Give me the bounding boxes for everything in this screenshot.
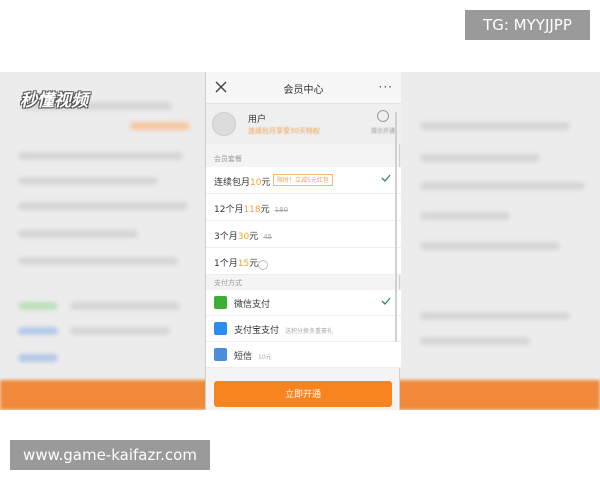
video-logo: 秒懂视频 — [20, 91, 88, 111]
plan-original-price: 180 — [274, 206, 289, 214]
check-icon — [381, 297, 391, 305]
scrollbar[interactable] — [395, 112, 397, 342]
plan-name: 连续包月 — [214, 178, 251, 188]
plan-row[interactable]: 3个月30元 45 — [206, 221, 401, 248]
payment-name: 短信 — [234, 352, 253, 362]
profile-card: 用户 连续包月享受30天特权 提示开通 — [206, 104, 401, 144]
sms-icon — [214, 348, 227, 361]
plan-row[interactable]: 连续包月10元 限时！立减5元红包 — [206, 167, 401, 194]
more-icon[interactable]: ··· — [379, 80, 393, 94]
plan-name: 3个月 — [214, 232, 238, 242]
plan-price: 30 — [237, 232, 250, 242]
check-icon — [381, 174, 391, 182]
plan-text: 12个月118元 180 — [214, 202, 288, 215]
plan-text: 3个月30元 45 — [214, 229, 272, 242]
plan-row[interactable]: 12个月118元 180 — [206, 194, 401, 221]
alipay-icon — [214, 322, 227, 335]
plan-text: 1个月15元 — [214, 256, 258, 269]
payment-note: 送积分换多重豪礼 — [285, 328, 334, 335]
promo-text: 连续包月享受30天特权 — [248, 127, 320, 135]
blurred-background-left — [0, 72, 205, 410]
payment-label: 支付宝支付 送积分换多重豪礼 — [234, 323, 333, 336]
plan-list: 连续包月10元 限时！立减5元红包 12个月118元 180 3个月30元 45 1个月15… — [206, 167, 401, 275]
payment-option[interactable]: 支付宝支付 送积分换多重豪礼 — [206, 316, 401, 342]
payment-option[interactable]: 短信 10元 — [206, 342, 401, 368]
video-frame: 秒懂视频 会员中心 ··· 用户 连续包月享受30天特权 提示开通 会员套餐 连… — [0, 72, 600, 410]
loading-spinner — [258, 260, 268, 270]
payment-label: 微信支付 — [234, 297, 270, 310]
payment-list: 微信支付 支付宝支付 送积分换多重豪礼 短信 10元 — [206, 290, 401, 368]
plan-row[interactable]: 1个月15元 — [206, 248, 401, 275]
plan-price: 15 — [237, 259, 250, 269]
page-title: 会员中心 — [283, 85, 324, 96]
plan-unit: 元 — [261, 178, 271, 188]
top-bar: 会员中心 ··· — [206, 72, 401, 104]
payment-section-label: 支付方式 — [214, 279, 242, 287]
plans-section-label: 会员套餐 — [214, 155, 242, 163]
plan-price: 118 — [243, 205, 261, 215]
plan-unit: 元 — [249, 259, 259, 269]
site-watermark: www.game-kaifazr.com — [10, 440, 210, 470]
blurred-background-right — [400, 72, 600, 410]
plan-price: 10 — [250, 178, 262, 188]
avatar — [212, 112, 236, 136]
plan-original-price: 45 — [263, 233, 273, 241]
wechat-icon — [214, 296, 227, 309]
renew-icon[interactable] — [377, 110, 389, 122]
payment-name: 支付宝支付 — [234, 326, 280, 336]
payment-note: 10元 — [258, 354, 272, 361]
open-membership-button[interactable]: 立即开通 — [214, 381, 392, 407]
tg-watermark: TG: MYYJJPP — [465, 10, 590, 40]
payment-label: 短信 10元 — [234, 349, 272, 362]
plan-name: 12个月 — [214, 205, 244, 215]
payment-name: 微信支付 — [234, 300, 271, 310]
payment-option[interactable]: 微信支付 — [206, 290, 401, 316]
plan-name: 1个月 — [214, 259, 238, 269]
screenshot-stage: TG: MYYJJPP 秒懂视频 会员中心 ··· 用户 连续包月享受30天特权… — [0, 0, 600, 480]
plan-text: 连续包月10元 — [214, 175, 270, 188]
plan-unit: 元 — [260, 205, 270, 215]
promo-tag: 限时！立减5元红包 — [273, 174, 333, 186]
phone-screen: 会员中心 ··· 用户 连续包月享受30天特权 提示开通 会员套餐 连续包月10… — [205, 72, 401, 410]
plan-unit: 元 — [249, 232, 259, 242]
renew-label[interactable]: 提示开通 — [371, 126, 395, 135]
username: 用户 — [248, 115, 267, 125]
